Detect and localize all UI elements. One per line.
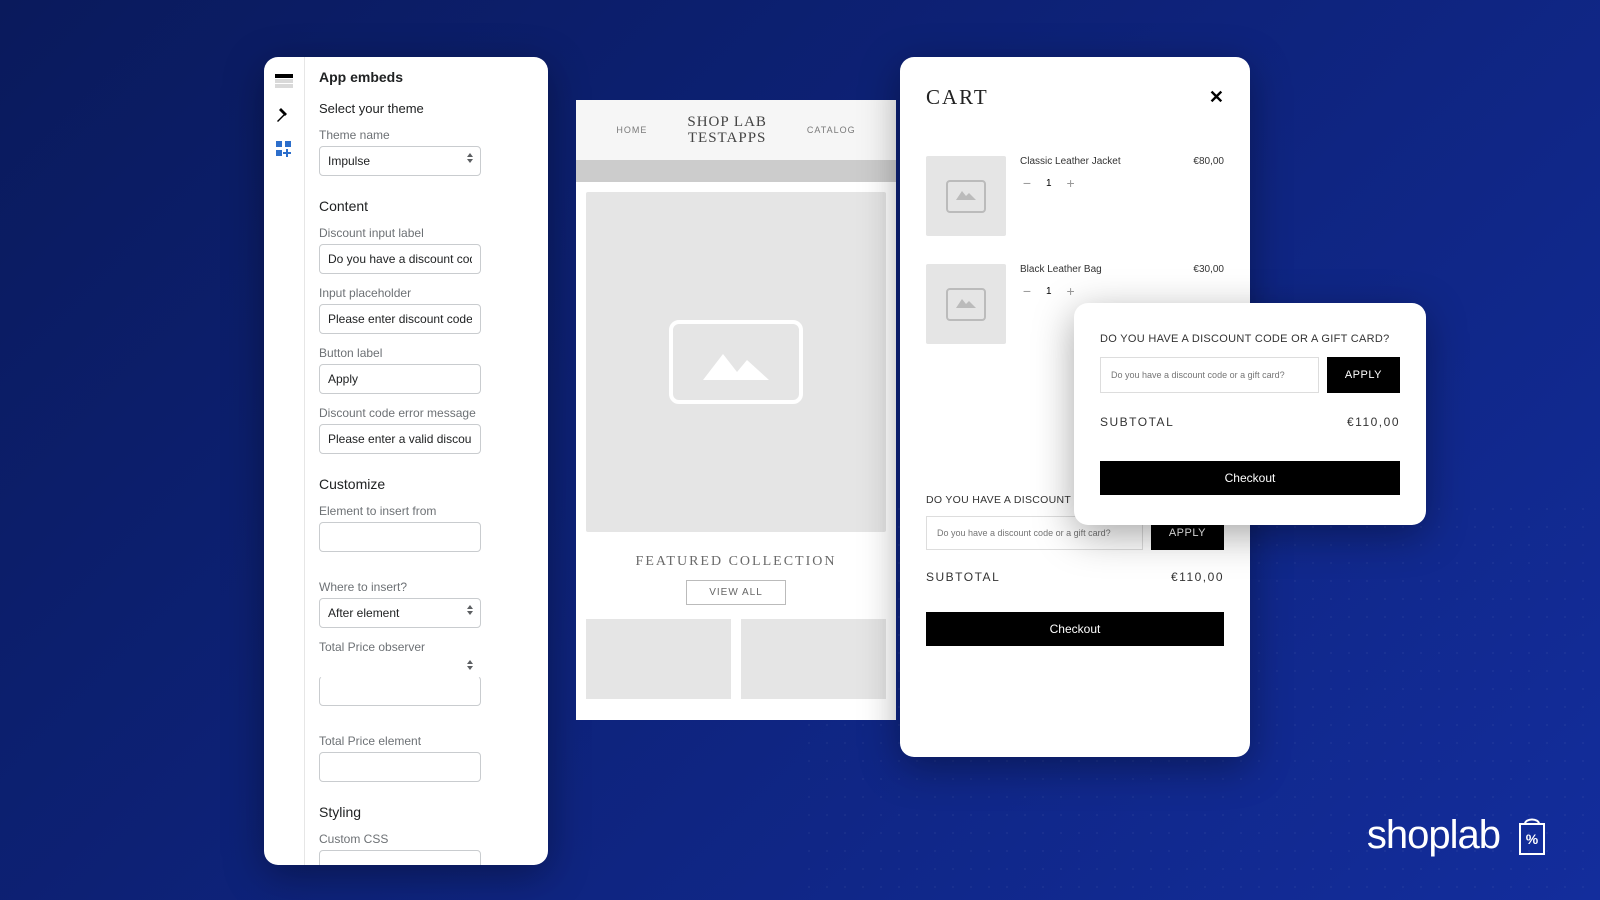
theme-select[interactable]: Impulse — [319, 146, 481, 176]
button-label-field[interactable] — [319, 364, 481, 394]
cart-item-name: Classic Leather Jacket — [1020, 156, 1179, 167]
apps-icon[interactable] — [274, 141, 294, 157]
checkout-button[interactable]: Checkout — [1100, 461, 1400, 495]
panel-title: App embeds — [319, 69, 538, 85]
where-insert-select[interactable]: After element — [319, 598, 481, 628]
cart-item-thumb — [926, 264, 1006, 344]
announcement-bar — [576, 160, 896, 182]
element-insert-from-label: Element to insert from — [319, 504, 538, 518]
error-msg-label: Discount code error message — [319, 406, 538, 420]
discount-input-label-label: Discount input label — [319, 226, 538, 240]
total-price-observer-select[interactable] — [319, 658, 481, 678]
brand-logo: shoplab % — [1367, 813, 1550, 858]
total-price-observer-field[interactable] — [319, 676, 481, 706]
customize-section-title: Customize — [319, 476, 538, 492]
button-label-label: Button label — [319, 346, 538, 360]
sections-icon[interactable] — [274, 73, 294, 89]
subtotal-value: €110,00 — [1347, 415, 1400, 429]
content-section-title: Content — [319, 198, 538, 214]
total-price-element-field[interactable] — [319, 752, 481, 782]
custom-css-label: Custom CSS — [319, 832, 538, 846]
cart-title: CART — [926, 85, 989, 110]
styling-section-title: Styling — [319, 804, 538, 820]
storefront-navbar: HOME SHOP LAB TESTAPPS CATALOG — [576, 100, 896, 160]
element-insert-from-field[interactable] — [319, 522, 481, 552]
discount-input-label-field[interactable] — [319, 244, 481, 274]
settings-iconbar — [264, 57, 304, 865]
input-placeholder-label: Input placeholder — [319, 286, 538, 300]
product-placeholder — [741, 619, 886, 699]
error-msg-field[interactable] — [319, 424, 481, 454]
featured-heading: FEATURED COLLECTION — [576, 532, 896, 580]
qty-value: 1 — [1046, 178, 1052, 189]
settings-body: App embeds Select your theme Theme name … — [304, 57, 548, 865]
input-placeholder-field[interactable] — [319, 304, 481, 334]
theme-name-label: Theme name — [319, 128, 538, 142]
nav-catalog[interactable]: CATALOG — [807, 125, 856, 135]
checkout-button[interactable]: Checkout — [926, 612, 1224, 646]
cart-item-thumb — [926, 156, 1006, 236]
apply-button[interactable]: APPLY — [1327, 357, 1400, 393]
subtotal-label: SUBTOTAL — [1100, 415, 1174, 429]
product-placeholder — [586, 619, 731, 699]
discount-input[interactable] — [1100, 357, 1319, 393]
hero-image-placeholder — [586, 192, 886, 532]
total-price-element-label: Total Price element — [319, 734, 538, 748]
qty-plus-button[interactable]: + — [1064, 283, 1078, 299]
image-placeholder-icon — [946, 180, 986, 213]
qty-minus-button[interactable]: − — [1020, 283, 1034, 299]
svg-text:%: % — [1526, 831, 1539, 847]
total-price-observer-label: Total Price observer — [319, 640, 538, 654]
product-row — [576, 619, 896, 699]
tag-icon: % — [1514, 814, 1550, 858]
subtotal-label: SUBTOTAL — [926, 570, 1000, 584]
discount-popup: DO YOU HAVE A DISCOUNT CODE OR A GIFT CA… — [1074, 303, 1426, 525]
cart-item-price: €80,00 — [1193, 156, 1224, 236]
storefront-preview: HOME SHOP LAB TESTAPPS CATALOG FEATURED … — [576, 100, 896, 720]
discount-question: DO YOU HAVE A DISCOUNT CODE OR A GIFT CA… — [1100, 333, 1400, 345]
image-placeholder-icon — [669, 320, 803, 404]
qty-plus-button[interactable]: + — [1064, 175, 1078, 191]
view-all-button[interactable]: VIEW ALL — [686, 580, 786, 605]
cart-item-name: Black Leather Bag — [1020, 264, 1179, 275]
where-insert-label: Where to insert? — [319, 580, 538, 594]
nav-home[interactable]: HOME — [616, 125, 647, 135]
subtotal-value: €110,00 — [1171, 570, 1224, 584]
image-placeholder-icon — [946, 288, 986, 321]
storefront-brand: SHOP LAB TESTAPPS — [687, 114, 767, 147]
qty-minus-button[interactable]: − — [1020, 175, 1034, 191]
theme-section-title: Select your theme — [319, 101, 538, 116]
settings-panel: App embeds Select your theme Theme name … — [264, 57, 548, 865]
qty-value: 1 — [1046, 286, 1052, 297]
gavel-icon[interactable] — [274, 107, 294, 123]
custom-css-field[interactable] — [319, 850, 481, 865]
cart-item: Classic Leather Jacket − 1 + €80,00 — [926, 156, 1224, 236]
brand-name: shoplab — [1367, 813, 1500, 858]
close-icon[interactable]: ✕ — [1209, 87, 1224, 108]
